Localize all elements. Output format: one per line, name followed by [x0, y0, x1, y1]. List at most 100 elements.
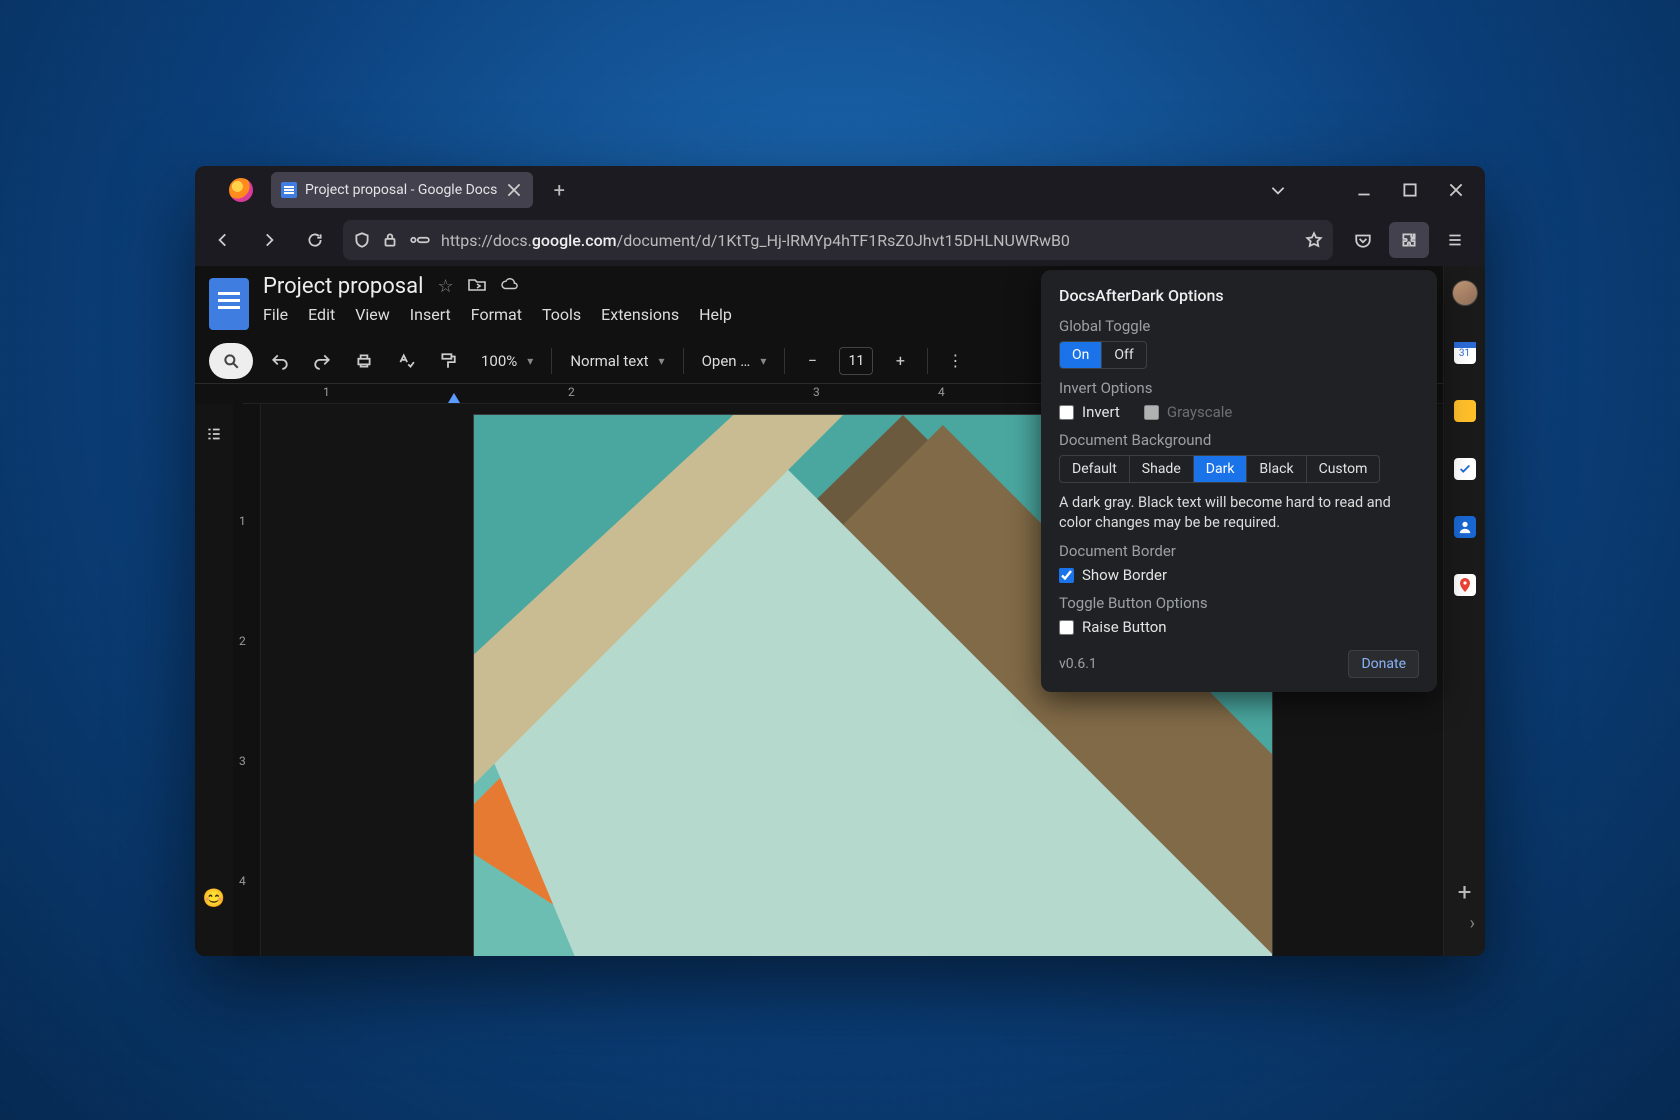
tab-title: Project proposal - Google Docs: [305, 182, 497, 198]
document-border-label: Document Border: [1059, 542, 1419, 560]
ruler-mark: 3: [813, 385, 820, 399]
tabs-list-button[interactable]: [1255, 170, 1301, 210]
new-tab-button[interactable]: +: [545, 176, 573, 204]
document-outline-button[interactable]: [205, 424, 223, 448]
tasks-sidebar-button[interactable]: [1454, 458, 1476, 480]
document-title[interactable]: Project proposal: [263, 274, 423, 299]
more-toolbar-button[interactable]: ⋮: [940, 345, 970, 377]
decrease-font-size-button[interactable]: −: [797, 345, 827, 377]
font-family-value: Open …: [702, 352, 751, 370]
maximize-icon: [1401, 181, 1419, 199]
bg-dark[interactable]: Dark: [1194, 456, 1248, 482]
background-segmented: Default Shade Dark Black Custom: [1059, 455, 1380, 483]
docs-logo-icon[interactable]: [209, 278, 249, 330]
document-background-label: Document Background: [1059, 431, 1419, 449]
ruler-mark: 1: [323, 385, 330, 399]
app-menu-button[interactable]: [1435, 222, 1475, 258]
bg-custom[interactable]: Custom: [1307, 456, 1380, 482]
zoom-dropdown[interactable]: 100%▾: [475, 352, 539, 370]
menu-help[interactable]: Help: [699, 305, 732, 324]
font-size-input[interactable]: 11: [839, 347, 873, 375]
show-border-checkbox[interactable]: Show Border: [1059, 566, 1419, 584]
expand-side-panel-button[interactable]: ›: [1470, 913, 1475, 934]
undo-button[interactable]: [265, 345, 295, 377]
browser-tab[interactable]: Project proposal - Google Docs: [271, 172, 533, 208]
cloud-status-icon[interactable]: [500, 275, 518, 298]
maps-sidebar-button[interactable]: [1454, 574, 1476, 596]
arrow-right-icon: [260, 231, 278, 249]
puzzle-icon: [1400, 231, 1418, 249]
ruler-mark: 4: [938, 385, 945, 399]
menu-format[interactable]: Format: [471, 305, 522, 324]
search-menus-button[interactable]: [209, 343, 253, 379]
menu-file[interactable]: File: [263, 305, 288, 324]
ruler-mark: 4: [239, 874, 246, 888]
raise-button-checkbox[interactable]: Raise Button: [1059, 618, 1419, 636]
bg-default[interactable]: Default: [1060, 456, 1130, 482]
forward-button[interactable]: [251, 222, 287, 258]
redo-button[interactable]: [307, 345, 337, 377]
paint-format-button[interactable]: [433, 345, 463, 377]
global-toggle-on[interactable]: On: [1060, 342, 1102, 368]
extensions-button[interactable]: [1389, 222, 1429, 258]
font-family-dropdown[interactable]: Open …▾: [696, 352, 773, 370]
redo-icon: [313, 352, 331, 370]
increase-font-size-button[interactable]: +: [885, 345, 915, 377]
get-addons-button[interactable]: +: [1458, 878, 1472, 906]
bg-black[interactable]: Black: [1247, 456, 1306, 482]
hamburger-icon: [1446, 231, 1464, 249]
minimize-button[interactable]: [1341, 170, 1387, 210]
address-bar[interactable]: https://docs.google.com/document/d/1KtTg…: [343, 220, 1333, 260]
pocket-button[interactable]: [1343, 222, 1383, 258]
close-window-button[interactable]: [1433, 170, 1479, 210]
left-gutter: 😊: [195, 404, 233, 956]
grayscale-checkbox[interactable]: Grayscale: [1144, 403, 1233, 421]
zoom-value: 100%: [481, 352, 517, 370]
move-document-button[interactable]: [468, 275, 486, 298]
search-icon: [222, 352, 240, 370]
window-controls: [1341, 170, 1479, 210]
check-icon: [1458, 462, 1472, 476]
vertical-ruler[interactable]: 1 2 3 4: [233, 404, 261, 956]
menu-view[interactable]: View: [355, 305, 390, 324]
paint-roller-icon: [439, 352, 457, 370]
outline-icon: [205, 425, 223, 443]
star-document-button[interactable]: ☆: [437, 276, 453, 297]
menu-edit[interactable]: Edit: [308, 305, 335, 324]
bookmark-star-icon[interactable]: [1305, 231, 1323, 249]
tab-close-button[interactable]: [505, 181, 523, 199]
menu-insert[interactable]: Insert: [410, 305, 451, 324]
reload-button[interactable]: [297, 222, 333, 258]
minimize-icon: [1355, 181, 1373, 199]
maximize-button[interactable]: [1387, 170, 1433, 210]
print-button[interactable]: [349, 345, 379, 377]
menu-tools[interactable]: Tools: [542, 305, 581, 324]
keep-sidebar-button[interactable]: [1454, 404, 1476, 422]
global-toggle-off[interactable]: Off: [1102, 342, 1145, 368]
tab-strip: Project proposal - Google Docs +: [195, 166, 1485, 214]
arrow-left-icon: [214, 231, 232, 249]
paragraph-style-value: Normal text: [570, 352, 648, 370]
background-description: A dark gray. Black text will become hard…: [1059, 493, 1419, 532]
docsafterdark-popup: DocsAfterDark Options Global Toggle On O…: [1041, 270, 1437, 692]
side-panel: +: [1443, 404, 1485, 956]
invert-checkbox[interactable]: Invert: [1059, 403, 1120, 421]
browser-window: Project proposal - Google Docs + https:/…: [195, 166, 1485, 956]
indent-marker-icon[interactable]: [448, 393, 460, 403]
back-button[interactable]: [205, 222, 241, 258]
ruler-mark: 2: [568, 385, 575, 399]
permissions-icon: [409, 231, 431, 249]
cloud-icon: [500, 275, 518, 293]
undo-icon: [271, 352, 289, 370]
popup-title: DocsAfterDark Options: [1059, 286, 1419, 305]
spellcheck-button[interactable]: [391, 345, 421, 377]
global-toggle: On Off: [1059, 341, 1147, 369]
contacts-sidebar-button[interactable]: [1454, 516, 1476, 538]
bg-shade[interactable]: Shade: [1130, 456, 1194, 482]
menu-extensions[interactable]: Extensions: [601, 305, 679, 324]
ruler-mark: 1: [239, 514, 246, 528]
emoji-reaction-button[interactable]: 😊: [203, 888, 225, 909]
invert-options-label: Invert Options: [1059, 379, 1419, 397]
paragraph-style-dropdown[interactable]: Normal text▾: [564, 352, 670, 370]
donate-button[interactable]: Donate: [1348, 650, 1419, 678]
